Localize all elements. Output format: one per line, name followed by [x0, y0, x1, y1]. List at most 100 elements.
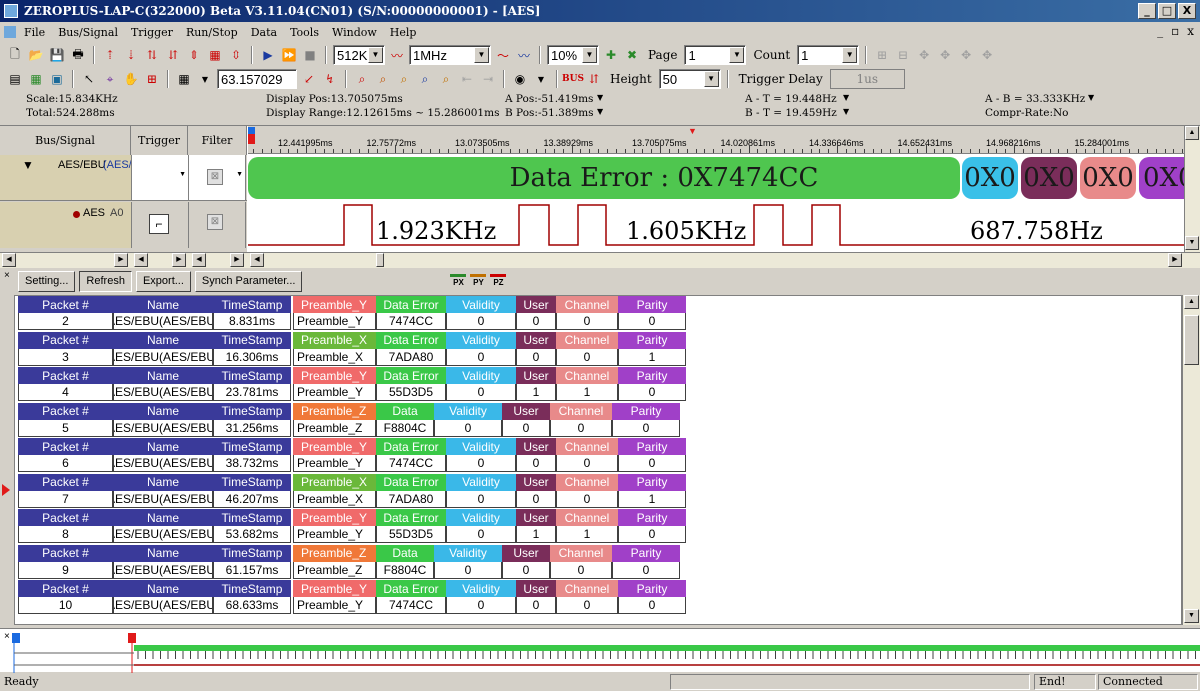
trigger-fall-icon[interactable]: ⇣ [122, 46, 140, 64]
wave-blue-icon[interactable]: 〰 [515, 46, 533, 64]
chevron-down-icon[interactable]: ▼ [368, 47, 383, 63]
run-icon[interactable]: ▶ [259, 46, 277, 64]
stop-icon[interactable]: ■ [301, 46, 319, 64]
open-folder-icon[interactable]: 📂 [27, 46, 45, 64]
mdi-minimize-button[interactable]: _ [1157, 24, 1163, 38]
time-ruler[interactable]: ▼ 12.441995ms 12.75772ms 13.073505ms 13.389… [248, 126, 1184, 154]
chevron-down-icon[interactable]: ▼ [236, 171, 243, 178]
document-icon[interactable] [4, 26, 16, 38]
clock-wave-icon[interactable]: 〰 [388, 46, 406, 64]
memory-depth-select[interactable]: 512K ▼ [333, 45, 385, 65]
bus-trigger-cell[interactable]: ▼ [132, 155, 189, 200]
bus-segment-2[interactable]: 0X0 [1021, 157, 1077, 199]
pointer-icon[interactable]: ↖ [80, 70, 98, 88]
cursor-a-icon[interactable]: ↙ [300, 70, 318, 88]
bus-segment-data-error[interactable]: Data Error : 0X7474CC [248, 157, 960, 199]
print-icon[interactable]: 🖶 [69, 46, 87, 64]
scroll-down-icon[interactable]: ▼ [1185, 236, 1199, 250]
filter-disabled-icon[interactable]: ⊠ [207, 169, 223, 185]
chip-icon[interactable]: ▦ [206, 46, 224, 64]
trigger-level-icon[interactable]: ⇅ [143, 46, 161, 64]
table-icon[interactable]: ▦ [175, 70, 193, 88]
bar-last-icon[interactable]: ⌕ [437, 70, 455, 88]
bus-filter-cell[interactable]: ⊠ ▼ [189, 155, 246, 200]
trigger-custom-icon[interactable]: ⇳ [227, 46, 245, 64]
waveform-vertical-scrollbar[interactable]: ▲ ▼ [1184, 126, 1200, 252]
scroll-down-icon[interactable]: ▼ [1184, 609, 1199, 623]
bar-first-icon[interactable]: ⌕ [416, 70, 434, 88]
packet-vertical-scrollbar[interactable]: ▲ ▼ [1182, 295, 1200, 625]
chevron-down-icon[interactable]: ▼ [196, 70, 214, 88]
scroll-left-icon[interactable]: ◀ [192, 253, 206, 267]
rising-edge-icon[interactable]: ⌐ [149, 214, 169, 234]
scroll-right-icon[interactable]: ▶ [114, 253, 128, 267]
display-pos-marker-icon[interactable]: ▼ [688, 126, 697, 136]
chevron-down-icon[interactable]: ▼ [597, 107, 603, 116]
chevron-down-icon[interactable]: ▼ [582, 47, 597, 63]
new-file-icon[interactable]: 🗋 [6, 46, 24, 64]
save-icon[interactable]: 💾 [48, 46, 66, 64]
chevron-down-icon[interactable]: ▼ [843, 93, 849, 102]
menu-window[interactable]: Window [332, 26, 377, 39]
scroll-thumb[interactable] [376, 253, 384, 267]
py-icon[interactable]: PY [470, 274, 487, 288]
menu-help[interactable]: Help [390, 26, 417, 39]
grid-view-icon[interactable]: ▤ [6, 70, 24, 88]
scroll-left-icon[interactable]: ◀ [134, 253, 148, 267]
menu-data[interactable]: Data [251, 26, 277, 39]
scroll-thumb[interactable] [1184, 315, 1199, 365]
bar-search-icon[interactable]: ⌕ [353, 70, 371, 88]
zoom-in-icon[interactable]: ✚ [602, 46, 620, 64]
menu-file[interactable]: File [24, 26, 45, 39]
state-view-icon[interactable]: ▦ [27, 70, 45, 88]
close-icon[interactable]: × [4, 270, 10, 281]
chevron-down-icon[interactable]: ▼ [842, 47, 858, 63]
scroll-right-icon[interactable]: ▶ [1168, 253, 1182, 267]
chevron-down-icon[interactable]: ▼ [729, 47, 745, 63]
measure-icon[interactable]: ⊞ [143, 70, 161, 88]
channel-name-cell[interactable]: ▼ AES/EBU (AES/I [0, 155, 132, 200]
wave-icon[interactable]: 〜 [494, 46, 512, 64]
channel-name-cell[interactable]: AES A0 [0, 202, 132, 248]
channel-filter-cell[interactable]: ⊠ [189, 202, 246, 248]
chevron-down-icon[interactable]: ▼ [703, 71, 719, 87]
channel-trigger-cell[interactable]: ⌐ [132, 202, 189, 248]
bus-segment-1[interactable]: 0X0 [962, 157, 1018, 199]
trigger-rise-icon[interactable]: ⇡ [101, 46, 119, 64]
bus-segment-3[interactable]: 0X0 [1080, 157, 1136, 199]
menu-tools[interactable]: Tools [290, 26, 319, 39]
menu-trigger[interactable]: Trigger [131, 26, 173, 39]
export-button[interactable]: Export... [135, 270, 191, 292]
zoom-out-icon[interactable]: ✖ [623, 46, 641, 64]
overview-strip[interactable]: × [0, 628, 1200, 673]
bus-segment-4[interactable]: 0X0 [1139, 157, 1184, 199]
packet-list[interactable]: Packet #2NameAES/EBU(AES/EBU)TimeStamp8.… [14, 295, 1182, 625]
trigger-marker-icon[interactable] [248, 134, 255, 144]
cursor-b-icon[interactable]: ↯ [321, 70, 339, 88]
maximize-button[interactable]: □ [1158, 3, 1176, 19]
close-button[interactable]: X [1178, 3, 1196, 19]
close-icon[interactable]: × [4, 631, 10, 642]
scroll-right-icon[interactable]: ▶ [230, 253, 244, 267]
filter-disabled-icon[interactable]: ⊠ [207, 214, 223, 230]
trigger-position-select[interactable]: 10% ▼ [547, 45, 599, 65]
page-select[interactable]: 1 ▼ [684, 45, 747, 65]
scroll-up-icon[interactable]: ▲ [1185, 126, 1199, 140]
scroll-left-icon[interactable]: ◀ [250, 253, 264, 267]
mdi-close-button[interactable]: x [1187, 24, 1194, 38]
bar-prev-icon[interactable]: ⌕ [374, 70, 392, 88]
trigger-edge-icon[interactable]: ⇵ [164, 46, 182, 64]
scroll-left-icon[interactable]: ◀ [2, 253, 16, 267]
synch-parameter-button[interactable]: Synch Parameter... [194, 270, 303, 292]
minimize-button[interactable]: _ [1138, 3, 1156, 19]
refresh-button[interactable]: Refresh [79, 270, 132, 292]
chevron-down-icon[interactable]: ▼ [474, 47, 489, 63]
list-view-icon[interactable]: ▣ [48, 70, 66, 88]
trigger-delay-field[interactable]: 1us [829, 69, 905, 89]
expand-triangle-icon[interactable]: ▼ [22, 158, 34, 172]
bus-icon[interactable]: BUS [562, 70, 584, 88]
channel-row-bus[interactable]: ▼ AES/EBU (AES/I ▼ ⊠ ▼ [0, 155, 247, 201]
select-cursor-icon[interactable]: ⌖ [101, 70, 119, 88]
chevron-down-icon[interactable]: ▼ [532, 70, 550, 88]
chevron-down-icon[interactable]: ▼ [1088, 93, 1094, 102]
